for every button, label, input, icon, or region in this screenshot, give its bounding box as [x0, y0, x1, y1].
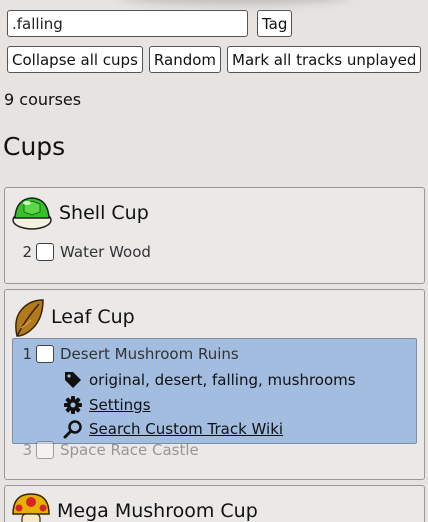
cup-name: Mega Mushroom Cup	[57, 500, 258, 522]
cup-header[interactable]: Leaf Cup	[5, 290, 424, 344]
track-row: 2 Water Wood	[18, 243, 151, 261]
search-icon	[63, 419, 83, 439]
track-row: 1 Desert Mushroom Ruins	[18, 345, 239, 363]
search-input[interactable]	[7, 10, 248, 37]
settings-link[interactable]: Settings	[89, 396, 151, 414]
track-number: 3	[22, 441, 32, 459]
gear-icon	[63, 395, 83, 415]
tag-button[interactable]: Tag	[257, 10, 293, 37]
track-tags: original, desert, falling, mushrooms	[63, 370, 356, 390]
green-shell-icon	[9, 190, 55, 236]
track-name[interactable]: Desert Mushroom Ruins	[60, 345, 239, 363]
track-played-checkbox[interactable]	[36, 243, 54, 261]
track-settings: Settings	[63, 395, 151, 415]
cup-card-mega-mushroom: Mega Mushroom Cup	[4, 485, 425, 522]
action-buttons: Collapse all cups Random Mark all tracks…	[7, 46, 422, 73]
leaf-icon	[9, 294, 47, 340]
track-played-checkbox[interactable]	[36, 441, 54, 459]
cup-header[interactable]: Shell Cup	[5, 188, 424, 238]
cup-card-shell: Shell Cup	[4, 187, 425, 284]
track-number: 1	[22, 345, 32, 363]
track-wiki: Search Custom Track Wiki	[63, 419, 283, 439]
search-row: Tag	[7, 10, 293, 37]
cup-header[interactable]: Mega Mushroom Cup	[5, 486, 424, 522]
track-number: 2	[22, 243, 32, 261]
cup-name: Shell Cup	[59, 202, 149, 224]
track-tags-text: original, desert, falling, mushrooms	[89, 371, 356, 389]
page: Tag Collapse all cups Random Mark all tr…	[0, 0, 428, 522]
track-played-checkbox[interactable]	[36, 345, 54, 363]
collapse-all-cups-button[interactable]: Collapse all cups	[7, 46, 143, 73]
tag-icon	[63, 370, 83, 390]
track-name[interactable]: Water Wood	[60, 243, 151, 261]
mega-mushroom-icon	[9, 488, 53, 522]
top-shadow	[120, 0, 350, 4]
wiki-search-link[interactable]: Search Custom Track Wiki	[89, 420, 283, 438]
track-row: 3 Space Race Castle	[18, 441, 199, 459]
cups-heading: Cups	[3, 132, 66, 161]
track-name[interactable]: Space Race Castle	[60, 441, 199, 459]
cup-name: Leaf Cup	[51, 306, 135, 328]
random-button[interactable]: Random	[148, 46, 222, 73]
course-count: 9 courses	[4, 90, 82, 109]
mark-all-unplayed-button[interactable]: Mark all tracks unplayed	[227, 46, 422, 73]
